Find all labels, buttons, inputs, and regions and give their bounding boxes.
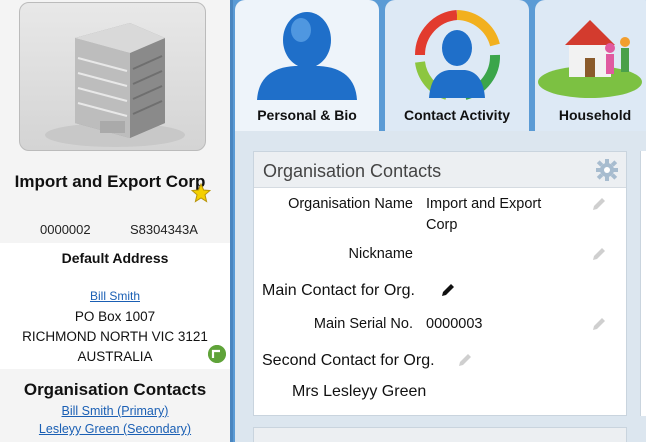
- card-header: Organisation Contacts: [254, 152, 626, 188]
- person-icon: [257, 12, 357, 100]
- org-name-label: Organisation Name: [288, 196, 413, 212]
- edit-pencil-icon[interactable]: [591, 246, 607, 262]
- adjacent-card-edge: [640, 151, 646, 416]
- tab-label: Contact Activity: [403, 107, 511, 123]
- contacts-title: Organisation Contacts: [23, 380, 207, 399]
- tab-household[interactable]: Household: [535, 0, 646, 131]
- address-line: PO Box 1007: [74, 309, 156, 324]
- address-line: AUSTRALIA: [77, 349, 153, 364]
- tab-label: Household: [558, 107, 632, 123]
- org-name-value: Import and Export Corp: [426, 196, 542, 233]
- gear-icon[interactable]: [596, 159, 618, 181]
- id-number: 0000002: [40, 222, 91, 237]
- tab-contact-activity[interactable]: Contact Activity: [385, 0, 529, 131]
- organisation-photo[interactable]: [19, 2, 206, 151]
- second-contact-value: Mrs Lesleyy Green: [292, 383, 427, 400]
- serial-code: S8304343A: [130, 222, 198, 237]
- second-contact-label: Second Contact for Org.: [262, 352, 435, 369]
- edit-pencil-icon[interactable]: [457, 352, 473, 368]
- building-icon: [45, 23, 185, 147]
- organisation-contacts-card: Organisation Contacts Organisation Name …: [253, 151, 627, 416]
- contact-link[interactable]: Bill Smith (Primary): [0, 404, 230, 418]
- organisation-name: Import and Export Corp: [14, 172, 206, 191]
- main-serial-value: 0000003: [426, 316, 483, 332]
- left-panel: Import and Export Corp 0000002 S8304343A…: [0, 0, 230, 442]
- household-icon: [538, 20, 642, 98]
- edit-pencil-icon[interactable]: [440, 282, 456, 298]
- tab-personal-bio[interactable]: Personal & Bio: [235, 0, 379, 131]
- panel-divider: [230, 0, 233, 442]
- main-contact-label: Main Contact for Org.: [262, 282, 415, 299]
- contact-activity-icon: [414, 10, 500, 100]
- edit-pencil-icon[interactable]: [591, 316, 607, 332]
- main-content: Organisation Contacts Organisation Name …: [235, 131, 646, 442]
- main-serial-label: Main Serial No.: [313, 316, 413, 332]
- nickname-label: Nickname: [348, 246, 413, 262]
- default-address: Default Address Bill Smith PO Box 1007 R…: [0, 243, 230, 369]
- map-corner-icon[interactable]: [208, 345, 226, 363]
- contact-link[interactable]: Lesleyy Green (Secondary): [0, 422, 230, 436]
- default-address-title: Default Address: [61, 250, 169, 266]
- address-line: RICHMOND NORTH VIC 3121: [22, 329, 208, 344]
- address-contact-link[interactable]: Bill Smith: [0, 289, 230, 303]
- card-title: Organisation Contacts: [263, 161, 442, 181]
- tab-label: Personal & Bio: [257, 107, 357, 123]
- star-icon[interactable]: [191, 183, 211, 203]
- next-card-header: [253, 427, 627, 442]
- edit-pencil-icon[interactable]: [591, 196, 607, 212]
